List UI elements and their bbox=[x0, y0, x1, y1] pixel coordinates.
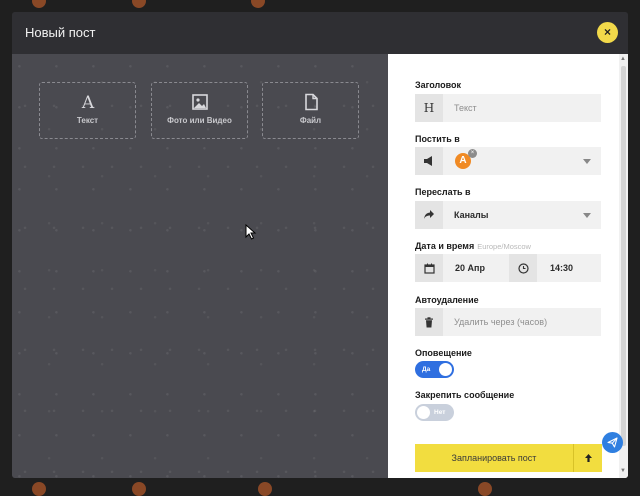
calendar-icon bbox=[415, 254, 443, 282]
backdrop-avatar bbox=[32, 482, 46, 496]
heading-icon: H bbox=[415, 94, 443, 122]
timezone-hint: Europe/Moscow bbox=[477, 242, 531, 251]
backdrop-avatar bbox=[478, 482, 492, 496]
toggle-state-text: Да bbox=[422, 366, 431, 373]
post-type-file[interactable]: Файл bbox=[262, 82, 359, 139]
backdrop-avatar bbox=[32, 0, 46, 8]
date-input[interactable]: 20 Апр bbox=[455, 254, 485, 282]
close-icon: × bbox=[603, 25, 611, 39]
post-type-text[interactable]: A Текст bbox=[39, 82, 136, 139]
share-arrow-icon bbox=[415, 201, 443, 229]
send-now-button[interactable] bbox=[602, 432, 623, 453]
forward-to-select[interactable]: Каналы bbox=[415, 201, 601, 229]
arrow-up-icon bbox=[584, 453, 592, 462]
datetime-label: Дата и время Europe/Moscow bbox=[415, 241, 531, 251]
toggle-knob bbox=[417, 406, 430, 419]
modal-header: Новый пост × bbox=[12, 12, 628, 54]
title-input[interactable]: H Текст bbox=[415, 94, 601, 122]
time-input[interactable]: 14:30 bbox=[550, 254, 573, 282]
chevron-down-icon[interactable] bbox=[583, 213, 591, 218]
scroll-down-icon[interactable]: ▼ bbox=[620, 468, 626, 474]
image-icon bbox=[191, 94, 208, 110]
backdrop-avatar bbox=[132, 0, 146, 8]
paper-plane-icon bbox=[607, 437, 618, 448]
close-button[interactable]: × bbox=[597, 22, 618, 43]
autodelete-label: Автоудаление bbox=[415, 295, 479, 305]
forward-to-value: Каналы bbox=[454, 210, 489, 220]
svg-text:A: A bbox=[80, 93, 94, 111]
post-type-label: Фото или Видео bbox=[167, 116, 232, 125]
toggle-state-text: Нет bbox=[434, 409, 446, 416]
autodelete-placeholder: Удалить через (часов) bbox=[454, 317, 548, 327]
autodelete-input[interactable]: Удалить через (часов) bbox=[415, 308, 601, 336]
file-icon bbox=[304, 93, 318, 111]
notification-toggle[interactable]: Да bbox=[415, 361, 454, 378]
post-editor-canvas[interactable]: A Текст Фото или Видео Файл bbox=[12, 54, 388, 478]
post-type-label: Текст bbox=[76, 116, 99, 125]
scroll-up-icon[interactable]: ▲ bbox=[620, 56, 626, 62]
chevron-down-icon[interactable] bbox=[583, 159, 591, 164]
backdrop-avatar bbox=[258, 482, 272, 496]
forward-to-label: Переслать в bbox=[415, 187, 471, 197]
post-settings-panel: ▲ ▼ Заголовок H Текст Постить в A × Пере… bbox=[388, 54, 628, 478]
schedule-post-button[interactable]: Запланировать пост bbox=[415, 444, 573, 472]
modal-title: Новый пост bbox=[25, 25, 96, 40]
title-placeholder: Текст bbox=[454, 103, 477, 113]
toggle-knob bbox=[439, 363, 452, 376]
mouse-cursor-icon bbox=[245, 224, 257, 240]
megaphone-icon bbox=[415, 147, 443, 175]
post-to-label: Постить в bbox=[415, 134, 460, 144]
clock-icon bbox=[509, 254, 537, 282]
remove-channel-icon[interactable]: × bbox=[468, 149, 477, 158]
post-type-label: Файл bbox=[299, 116, 322, 125]
letter-a-icon: A bbox=[80, 93, 94, 111]
trash-icon bbox=[415, 308, 443, 336]
backdrop-avatar bbox=[132, 482, 146, 496]
datetime-field: 20 Апр 14:30 bbox=[415, 254, 601, 282]
datetime-label-text: Дата и время bbox=[415, 241, 475, 251]
scrollbar-thumb[interactable] bbox=[621, 66, 626, 446]
new-post-modal: Новый пост × A Текст Фото или Видео Файл… bbox=[12, 12, 628, 478]
title-label: Заголовок bbox=[415, 80, 462, 90]
pin-label: Закрепить сообщение bbox=[415, 390, 515, 400]
post-type-media[interactable]: Фото или Видео bbox=[151, 82, 248, 139]
pin-toggle[interactable]: Нет bbox=[415, 404, 454, 421]
backdrop-avatar bbox=[251, 0, 265, 8]
notification-label: Оповещение bbox=[415, 348, 472, 358]
post-to-select[interactable]: A × bbox=[415, 147, 601, 175]
schedule-options-button[interactable] bbox=[573, 444, 602, 472]
scrollbar[interactable]: ▲ ▼ bbox=[619, 54, 628, 478]
